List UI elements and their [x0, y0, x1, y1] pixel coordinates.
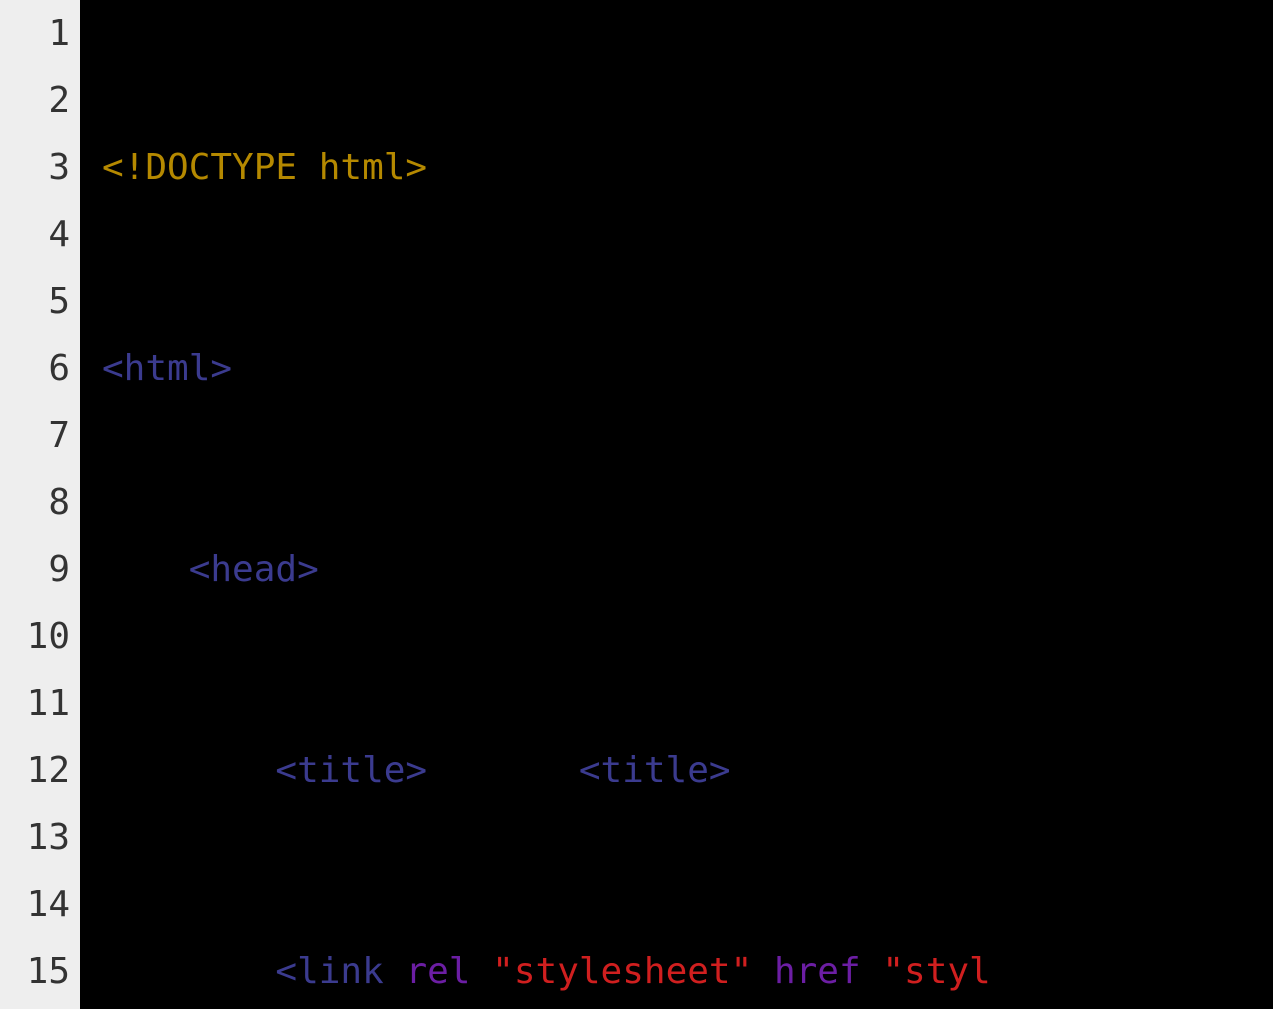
line-number: 9: [0, 536, 70, 603]
attr-token: rel: [405, 951, 470, 992]
string-token: "stylesheet": [492, 951, 752, 992]
code-line[interactable]: <title> <title>: [102, 737, 1273, 804]
line-number: 5: [0, 268, 70, 335]
tag-token: <title>: [275, 750, 427, 791]
code-editor: 1 2 3 4 5 6 7 8 9 10 11 12 13 14 15 <!DO…: [0, 0, 1273, 1009]
code-line[interactable]: <head>: [102, 536, 1273, 603]
code-line[interactable]: <html>: [102, 335, 1273, 402]
line-number: 13: [0, 804, 70, 871]
line-number: 8: [0, 469, 70, 536]
line-number-gutter: 1 2 3 4 5 6 7 8 9 10 11 12 13 14 15: [0, 0, 80, 1009]
doctype-token: <!DOCTYPE html>: [102, 147, 427, 188]
code-area[interactable]: <!DOCTYPE html> <html> <head> <title> <t…: [80, 0, 1273, 1009]
tag-token: <link: [275, 951, 383, 992]
tag-token: <title>: [579, 750, 731, 791]
tag-token: <head>: [189, 549, 319, 590]
line-number: 3: [0, 134, 70, 201]
line-number: 11: [0, 670, 70, 737]
line-number: 10: [0, 603, 70, 670]
attr-token: href: [774, 951, 861, 992]
code-line[interactable]: <link rel "stylesheet" href "styl: [102, 938, 1273, 1005]
code-line[interactable]: <!DOCTYPE html>: [102, 134, 1273, 201]
line-number: 6: [0, 335, 70, 402]
line-number: 14: [0, 871, 70, 938]
string-token: "styl: [882, 951, 990, 992]
line-number: 1: [0, 0, 70, 67]
line-number: 2: [0, 67, 70, 134]
line-number: 7: [0, 402, 70, 469]
line-number: 12: [0, 737, 70, 804]
line-number: 4: [0, 201, 70, 268]
tag-token: <html>: [102, 348, 232, 389]
line-number: 15: [0, 938, 70, 1005]
